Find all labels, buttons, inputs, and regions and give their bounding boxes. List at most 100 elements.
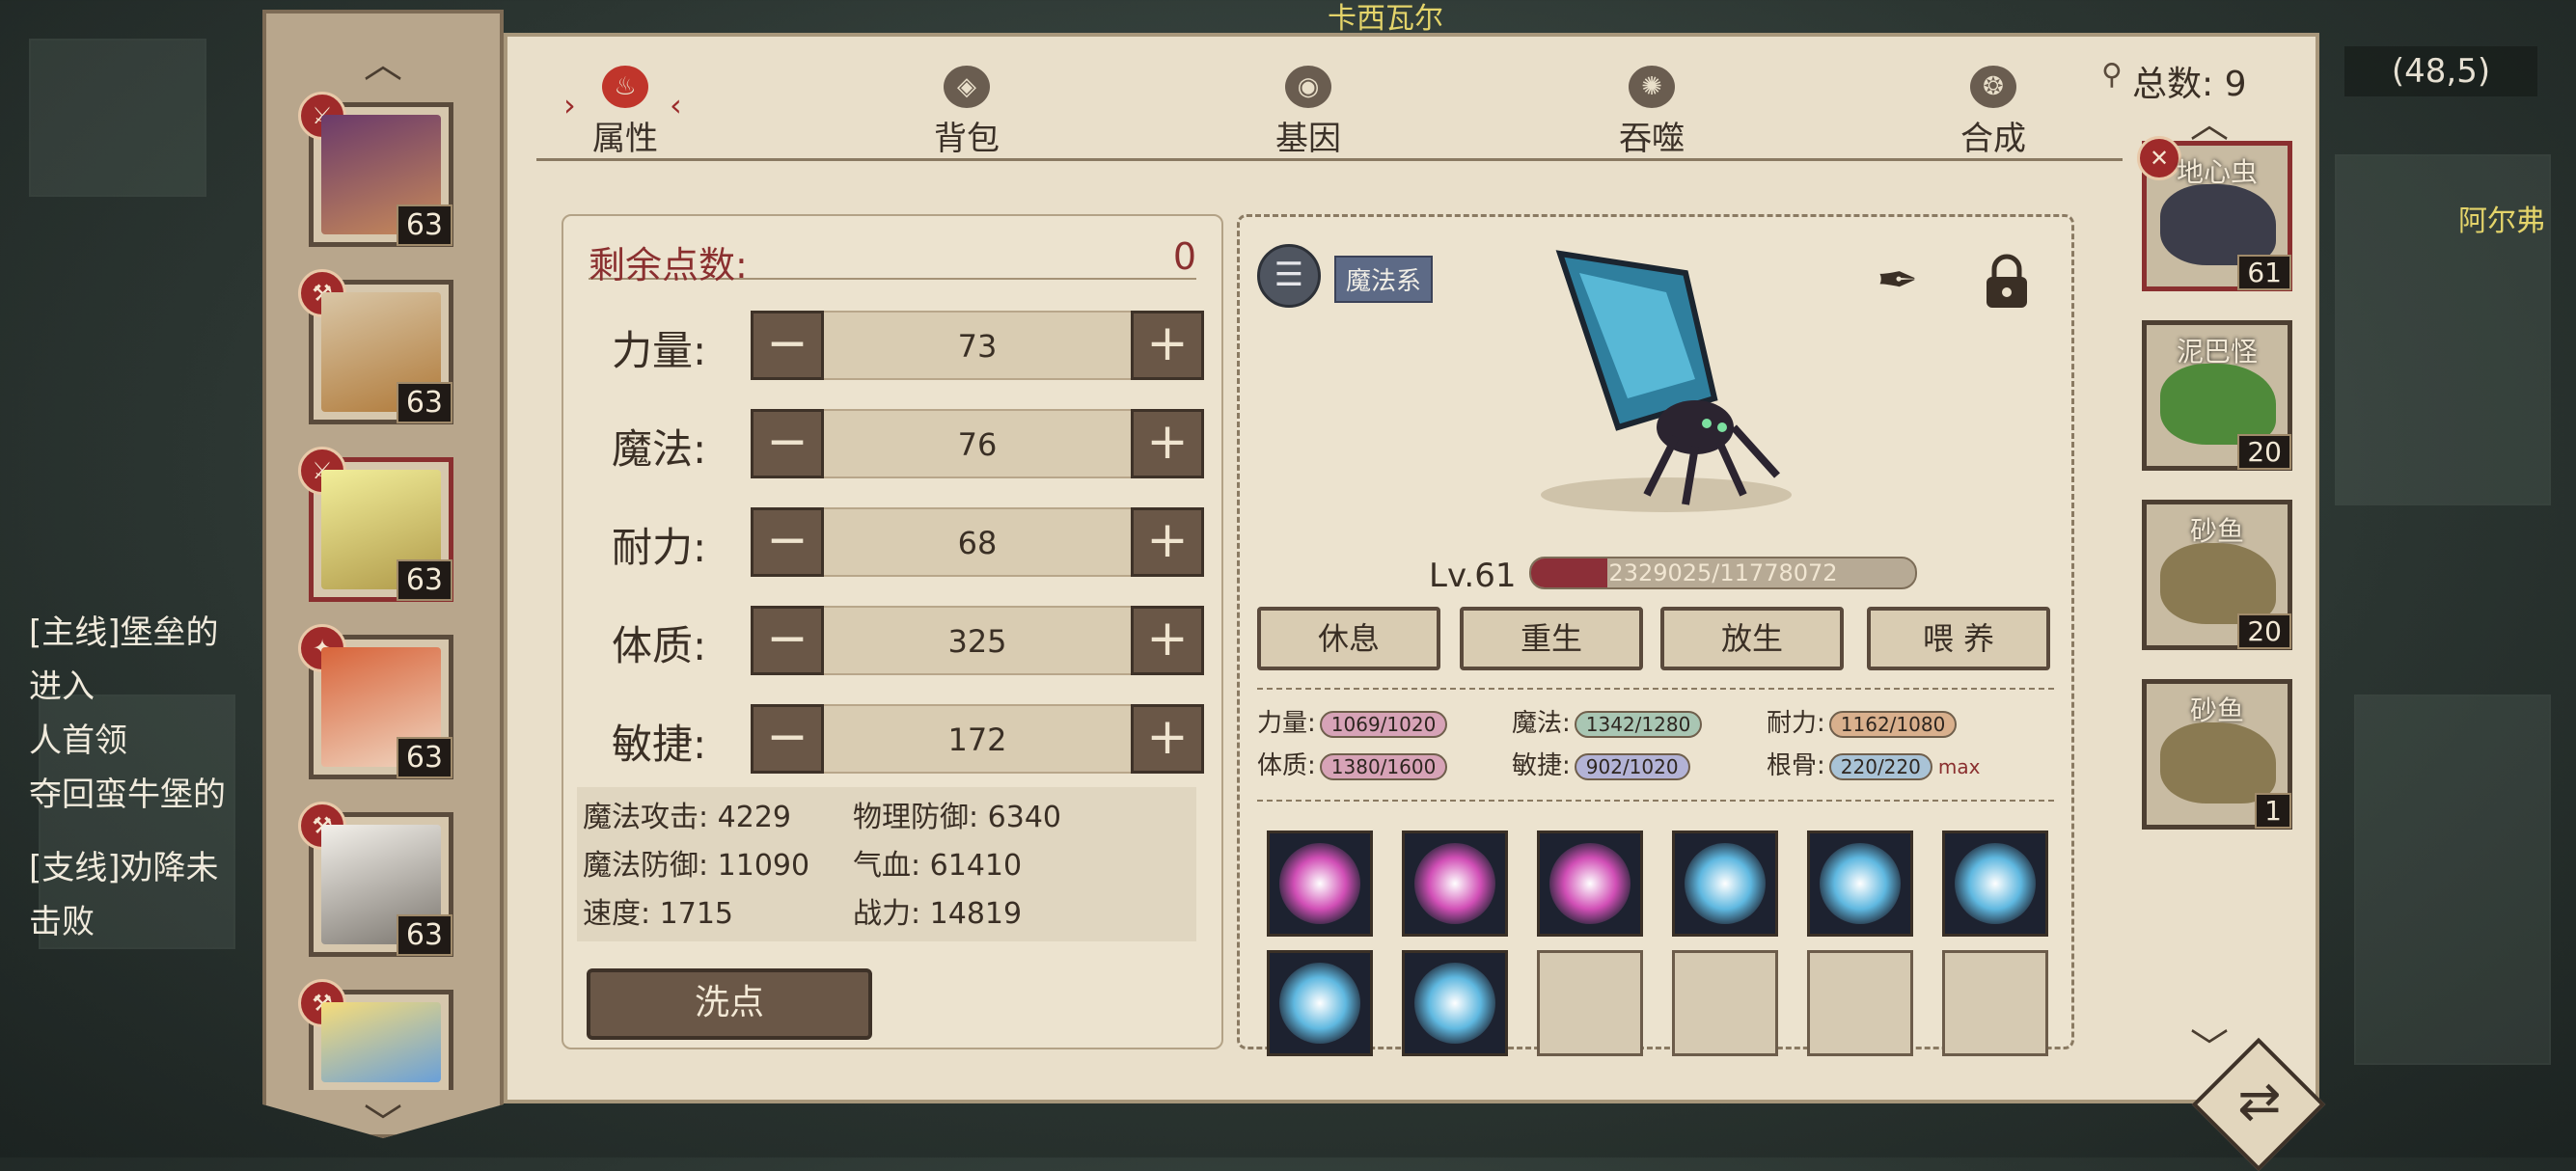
tab-devour[interactable]: ✺ 吞噬 xyxy=(1584,66,1719,159)
pet-list-portrait xyxy=(2160,722,2276,803)
increase-button[interactable]: + xyxy=(1131,606,1204,675)
character-card[interactable]: ⚔ 63 xyxy=(298,92,453,247)
pet-list-level: 20 xyxy=(2237,613,2291,649)
stat-bar: − 172 + xyxy=(751,704,1204,774)
chat-line: 进入 xyxy=(29,667,95,706)
derived-stats: 魔法攻击: 4229 物理防御: 6340 魔法防御: 11090 气血: 61… xyxy=(577,787,1196,941)
tab-fuse[interactable]: ❂ 合成 xyxy=(1926,66,2061,159)
character-card[interactable]: ⚒ xyxy=(298,979,453,1090)
decrease-button[interactable]: − xyxy=(751,704,824,774)
blue-rune-skill-icon xyxy=(1279,963,1360,1044)
pet-list-item[interactable]: 泥巴怪 20 xyxy=(2142,320,2292,471)
chevron-up-icon[interactable]: ︿ xyxy=(262,33,504,89)
aptitude-agility: 敏捷: 902/1020 xyxy=(1512,746,1690,781)
bag-icon: ◈ xyxy=(944,66,990,108)
gene-icon: ◉ xyxy=(1285,66,1331,108)
chat-line: 人首领 xyxy=(29,722,127,760)
empty-skill-slot[interactable] xyxy=(1807,950,1913,1056)
rest-button[interactable]: 休息 xyxy=(1257,607,1440,670)
increase-button[interactable]: + xyxy=(1131,409,1204,478)
derived-stat: 战力: 14819 xyxy=(853,897,1023,931)
stat-name: 敏捷: xyxy=(612,721,707,768)
skill-slot[interactable] xyxy=(1807,831,1913,937)
derived-stat: 魔法攻击: 4229 xyxy=(583,801,791,834)
remaining-points: 剩余点数: 0 xyxy=(589,230,1196,286)
chat-line: 夺回蛮牛堡的 xyxy=(29,776,226,814)
aptitude-magic: 魔法: 1342/1280 xyxy=(1512,703,1703,739)
skill-slot[interactable] xyxy=(1267,831,1373,937)
tab-attributes[interactable]: ♨ 属性 xyxy=(558,66,693,159)
character-portrait xyxy=(321,1002,441,1082)
pet-list-item[interactable]: ✕ 地心虫 61 xyxy=(2137,136,2292,291)
chevron-down-icon[interactable]: ﹀ xyxy=(2190,1017,2229,1073)
list-icon[interactable]: ☰ xyxy=(1257,244,1321,308)
character-level: 63 xyxy=(396,204,452,246)
stat-value: 68 xyxy=(957,525,998,561)
attribute-points-box: 剩余点数: 0 力量: − 73 + 魔法: − 76 + 耐力: − 68 +… xyxy=(562,214,1223,1049)
release-button[interactable]: 放生 xyxy=(1660,607,1844,670)
blue-guardian-skill-icon xyxy=(1820,843,1901,924)
skill-slot[interactable] xyxy=(1537,831,1643,937)
character-card[interactable]: ⚒ 63 xyxy=(298,802,453,957)
aptitude-value: 1342/1280 xyxy=(1574,710,1703,738)
empty-skill-slot[interactable] xyxy=(1537,950,1643,1056)
chevron-down-icon[interactable]: ﹀ xyxy=(262,1092,504,1138)
decrease-button[interactable]: − xyxy=(751,606,824,675)
skill-slot[interactable] xyxy=(1402,831,1508,937)
tab-label: 基因 xyxy=(1275,120,1341,158)
pet-illustration xyxy=(1541,250,1792,512)
tab-label: 背包 xyxy=(934,120,1000,158)
stat-value: 325 xyxy=(947,623,1007,660)
empty-skill-slot[interactable] xyxy=(1942,950,2048,1056)
stat-value: 172 xyxy=(947,722,1007,758)
fuse-icon: ❂ xyxy=(1970,66,2016,108)
reset-points-button[interactable]: 洗点 xyxy=(587,968,872,1040)
character-card[interactable]: ✦ 63 xyxy=(298,624,453,779)
aptitude-bone: 根骨: 220/220 max xyxy=(1767,751,1981,780)
chat-log[interactable]: [主线]堡垒的 进入 人首领 夺回蛮牛堡的 [支线]劝降未 击败 xyxy=(29,606,226,949)
tab-divider xyxy=(536,158,2123,161)
character-rail[interactable]: ︿ ⚔ 63 ⚒ 63 ⚔ 63 ✦ 63 ⚒ 63 ⚒ ﹀ xyxy=(262,10,504,1138)
skill-slot[interactable] xyxy=(1942,831,2048,937)
pet-list-item[interactable]: 砂鱼 20 xyxy=(2142,500,2292,650)
skill-slot[interactable] xyxy=(1672,831,1778,937)
decrease-button[interactable]: − xyxy=(751,507,824,577)
rebirth-button[interactable]: 重生 xyxy=(1460,607,1643,670)
stat-bar: − 73 + xyxy=(751,311,1204,380)
character-card[interactable]: ⚒ 63 xyxy=(298,269,453,424)
decrease-button[interactable]: − xyxy=(751,311,824,380)
derived-stat: 气血: 61410 xyxy=(853,849,1023,883)
tab-gene[interactable]: ◉ 基因 xyxy=(1241,66,1376,159)
lock-icon[interactable] xyxy=(1979,254,2035,312)
remaining-points-value: 0 xyxy=(1172,235,1196,278)
aptitude-constitution: 体质: 1380/1600 xyxy=(1257,746,1448,781)
empty-skill-slot[interactable] xyxy=(1672,950,1778,1056)
divider xyxy=(1257,688,2054,690)
pet-list-level: 20 xyxy=(2237,434,2291,470)
decrease-button[interactable]: − xyxy=(751,409,824,478)
increase-button[interactable]: + xyxy=(1131,704,1204,774)
feed-button[interactable]: 喂 养 xyxy=(1867,607,2050,670)
blue-spiral-skill-icon xyxy=(1414,963,1495,1044)
pet-detail-box: ☰ 魔法系 ✒ Lv.61 2329025/11778072 休息 重生 放生 … xyxy=(1237,214,2074,1056)
pet-list-portrait xyxy=(2160,543,2276,624)
aptitude-value: 1162/1080 xyxy=(1828,710,1958,738)
skill-slot[interactable] xyxy=(1402,950,1508,1056)
character-level: 63 xyxy=(396,737,452,778)
feather-icon[interactable]: ✒ xyxy=(1877,252,1919,310)
character-level: 63 xyxy=(396,559,452,601)
aptitude-value: 1069/1020 xyxy=(1319,710,1448,738)
character-card[interactable]: ⚔ 63 xyxy=(298,447,453,602)
tab-bag[interactable]: ◈ 背包 xyxy=(899,66,1034,159)
skill-slot[interactable] xyxy=(1267,950,1373,1056)
stat-row-agility: 敏捷: − 172 + xyxy=(563,698,1221,774)
chat-line: [支线]劝降未 xyxy=(29,849,219,887)
pink-vortex-skill-icon xyxy=(1549,843,1631,924)
map-name-label: 阿尔弗 xyxy=(2458,204,2545,238)
blue-swirl-skill-icon xyxy=(1955,843,2036,924)
pet-list-item[interactable]: 砂鱼 1 xyxy=(2142,679,2292,830)
increase-button[interactable]: + xyxy=(1131,311,1204,380)
increase-button[interactable]: + xyxy=(1131,507,1204,577)
pet-panel: › ‹ ♨ 属性 ◈ 背包 ◉ 基因 ✺ 吞噬 ❂ 合成 剩余点数: 0 力量:… xyxy=(504,33,2319,1103)
character-level: 63 xyxy=(396,914,452,956)
